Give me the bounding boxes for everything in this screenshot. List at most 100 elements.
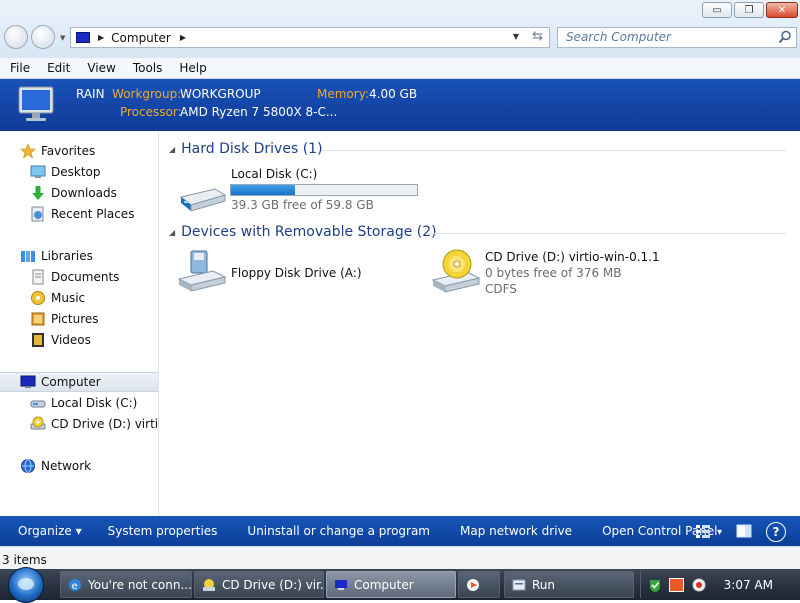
computer-icon [76, 32, 90, 43]
taskbar-button-computer[interactable]: Computer [326, 571, 456, 598]
group-divider [321, 150, 786, 151]
minimize-button[interactable]: ▭ [702, 2, 732, 18]
search-placeholder: Search Computer [566, 30, 671, 44]
menu-tools[interactable]: Tools [123, 61, 170, 75]
sidebar-item-label: Recent Places [51, 207, 135, 221]
forward-button[interactable] [31, 25, 55, 49]
uninstall-program-button[interactable]: Uninstall or change a program [247, 524, 430, 538]
taskbar-label: CD Drive (D:) vir... [222, 577, 324, 592]
breadcrumb-chevron-icon[interactable]: ▶ [180, 33, 186, 42]
menu-bar: File Edit View Tools Help [0, 58, 800, 79]
chevron-down-icon: ▾ [716, 526, 722, 538]
close-button[interactable]: ✕ [766, 2, 798, 18]
ie-icon: e [68, 578, 82, 592]
network-status-icon[interactable] [669, 578, 684, 592]
breadcrumb-computer[interactable]: Computer [111, 31, 171, 45]
sidebar-item-label: Videos [51, 333, 91, 347]
taskbar-button-run[interactable]: Run [504, 571, 634, 598]
back-button[interactable] [4, 25, 28, 49]
group-header-hard-disk-drives[interactable]: ◢ Hard Disk Drives (1) [169, 141, 323, 157]
sidebar-item-favorites[interactable]: Favorites [0, 141, 178, 161]
menu-help[interactable]: Help [169, 61, 213, 75]
computer-monitor-icon [16, 83, 58, 128]
preview-pane-button[interactable] [736, 523, 752, 542]
star-icon [20, 143, 36, 159]
windows-logo-icon [18, 578, 34, 590]
maximize-button[interactable]: ❐ [734, 2, 764, 18]
menu-edit[interactable]: Edit [37, 61, 77, 75]
volume-icon[interactable] [691, 577, 707, 596]
taskbar-label: Computer [354, 577, 414, 592]
group-title: Devices with Removable Storage (2) [181, 224, 437, 240]
search-icon[interactable] [778, 30, 792, 44]
desktop-icon [30, 164, 46, 180]
memory-value: 4.00 GB [369, 87, 418, 101]
clock[interactable]: 3:07 AM [724, 578, 773, 592]
sidebar-item-label: Music [51, 291, 86, 305]
taskbar: e You're not conn... CD Drive (D:) vir..… [0, 567, 800, 603]
help-button[interactable]: ? [766, 522, 786, 542]
search-input[interactable]: Search Computer [557, 27, 797, 48]
drive-name: CD Drive (D:) virtio-win-0.1.1 [485, 250, 660, 264]
view-controls: ▾ ? [695, 522, 786, 542]
organize-button[interactable]: Organize ▾ [18, 524, 82, 538]
svg-text:e: e [72, 581, 78, 592]
taskbar-label: You're not conn... [88, 577, 192, 592]
taskbar-button-browser[interactable]: e You're not conn... [60, 571, 192, 598]
close-icon: ✕ [777, 4, 787, 16]
collapse-triangle-icon[interactable]: ◢ [169, 228, 175, 237]
disk-usage-bar [230, 184, 418, 196]
refresh-icon[interactable]: ⇆ [532, 29, 543, 44]
window-controls: ▭ ❐ ✕ [702, 2, 798, 18]
sidebar-item-label: Documents [51, 270, 120, 284]
address-bar[interactable]: ▶ Computer ▶ ▼ ⇆ [70, 27, 550, 48]
sidebar-item-label: Libraries [41, 249, 93, 263]
sidebar-item-libraries[interactable]: Libraries [0, 246, 178, 266]
help-icon: ? [772, 525, 780, 539]
computer-name: RAIN [76, 87, 105, 101]
drive-filesystem: CDFS [485, 282, 517, 296]
address-dropdown-icon[interactable]: ▼ [513, 32, 519, 41]
sidebar-item-label: Local Disk (C:) [51, 396, 138, 410]
system-properties-button[interactable]: System properties [108, 524, 218, 538]
action-center-icon[interactable] [647, 577, 663, 596]
sidebar-item-label: Pictures [51, 312, 99, 326]
downloads-icon [30, 185, 46, 201]
cd-drive-icon [202, 578, 216, 592]
start-button[interactable] [8, 567, 44, 603]
hard-disk-icon [177, 183, 227, 216]
breadcrumb-separator-icon[interactable]: ▶ [98, 33, 104, 42]
taskbar-button-media-player[interactable] [458, 571, 500, 598]
sidebar-item-label: Desktop [51, 165, 101, 179]
media-player-icon [466, 578, 480, 592]
sidebar-item-network[interactable]: Network [0, 456, 178, 476]
menu-view[interactable]: View [77, 61, 122, 75]
videos-icon [30, 332, 46, 348]
drive-free-space: 0 bytes free of 376 MB [485, 266, 622, 280]
item-count: 3 items [2, 553, 47, 567]
group-divider [427, 233, 786, 234]
drive-free-space: 39.3 GB free of 59.8 GB [231, 198, 374, 212]
workgroup-value: WORKGROUP [180, 87, 261, 101]
view-options-icon [695, 523, 711, 542]
cd-drive-icon [30, 416, 46, 432]
collapse-triangle-icon[interactable]: ◢ [169, 145, 175, 154]
sidebar-item-label: Downloads [51, 186, 117, 200]
menu-file[interactable]: File [0, 61, 37, 75]
sidebar-item-label: Favorites [41, 144, 96, 158]
run-icon [512, 578, 526, 592]
taskbar-button-cd-drive[interactable]: CD Drive (D:) vir... [194, 571, 324, 598]
drive-name: Floppy Disk Drive (A:) [231, 266, 362, 280]
change-view-button[interactable]: ▾ [695, 523, 722, 542]
map-network-drive-button[interactable]: Map network drive [460, 524, 572, 538]
status-bar: 3 items [0, 546, 800, 570]
content-pane: ◢ Hard Disk Drives (1) Local Disk (C:) 3… [159, 131, 800, 516]
group-header-removable-storage[interactable]: ◢ Devices with Removable Storage (2) [169, 224, 437, 240]
navigation-pane: Favorites Desktop Downloads Recent Place… [0, 131, 188, 516]
notification-area: 3:07 AM [640, 571, 800, 598]
drive-name: Local Disk (C:) [231, 167, 318, 181]
sidebar-item-computer[interactable]: Computer [0, 372, 158, 392]
floppy-drive-icon [177, 249, 227, 298]
command-bar: Organize ▾ System properties Uninstall o… [0, 516, 800, 546]
recent-pages-dropdown[interactable]: ▼ [60, 34, 65, 42]
